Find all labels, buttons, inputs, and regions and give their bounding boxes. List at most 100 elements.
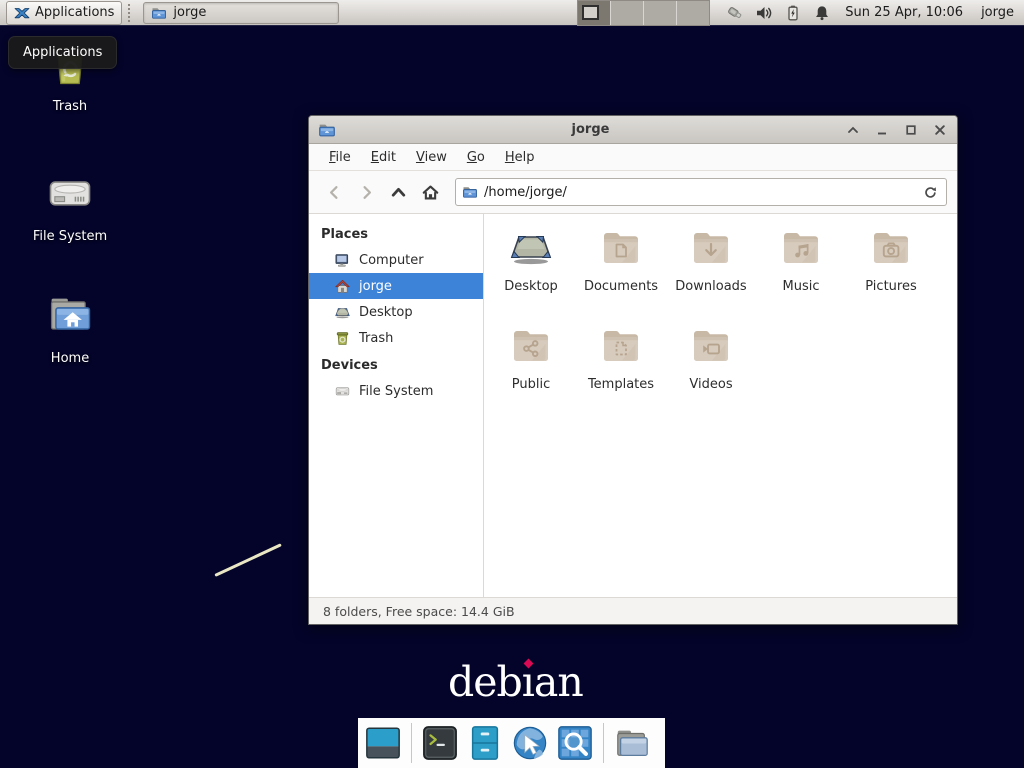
reload-button[interactable] bbox=[920, 182, 940, 202]
sidebar-item-desktop[interactable]: Desktop bbox=[309, 299, 483, 325]
file-item-pictures[interactable]: Pictures bbox=[846, 224, 936, 318]
dock bbox=[358, 718, 665, 768]
tray-removable-media[interactable] bbox=[726, 4, 744, 22]
folder-templates-icon bbox=[597, 322, 645, 370]
workspace-window-preview bbox=[582, 5, 599, 20]
tray-volume[interactable] bbox=[755, 4, 773, 22]
dock-separator bbox=[411, 723, 412, 763]
dock-folder-button[interactable] bbox=[613, 724, 651, 762]
workspace-4[interactable] bbox=[677, 1, 709, 25]
applications-tooltip: Applications bbox=[8, 36, 117, 69]
folder-open-icon bbox=[151, 5, 167, 21]
menu-go[interactable]: Go bbox=[457, 146, 495, 169]
back-button[interactable] bbox=[319, 178, 349, 206]
path-folder-icon bbox=[462, 184, 478, 200]
applications-button-label: Applications bbox=[35, 5, 114, 20]
sidebar-item-file-system[interactable]: File System bbox=[309, 378, 483, 404]
folder-download-icon bbox=[687, 224, 735, 272]
battery-icon bbox=[784, 4, 802, 22]
shade-icon bbox=[846, 123, 860, 137]
desktop-icon-home[interactable]: Home bbox=[18, 290, 122, 366]
sidebar: PlacesComputerjorgeDesktopTrashDevicesFi… bbox=[309, 214, 484, 597]
window-titlebar[interactable]: jorge bbox=[309, 116, 957, 144]
system-tray bbox=[726, 4, 831, 22]
workspace-2[interactable] bbox=[611, 1, 644, 25]
clock[interactable]: Sun 25 Apr, 10:06 bbox=[845, 5, 963, 20]
sidebar-item-computer[interactable]: Computer bbox=[309, 247, 483, 273]
file-item-downloads[interactable]: Downloads bbox=[666, 224, 756, 318]
dock-terminal-button[interactable] bbox=[421, 724, 459, 762]
file-item-label: Videos bbox=[689, 377, 732, 392]
window-folder-icon bbox=[318, 121, 336, 139]
sidebar-item-trash[interactable]: Trash bbox=[309, 325, 483, 351]
workspace-3[interactable] bbox=[644, 1, 677, 25]
computer-icon bbox=[334, 252, 351, 269]
workspace-1[interactable] bbox=[578, 1, 611, 25]
taskbar-window-button[interactable]: jorge bbox=[143, 2, 339, 24]
file-icon-view[interactable]: Desktop Documents Downloads Music Pictures Pu… bbox=[484, 214, 957, 597]
menu-file[interactable]: File bbox=[319, 146, 361, 169]
tray-battery[interactable] bbox=[784, 4, 802, 22]
file-item-desktop[interactable]: Desktop bbox=[486, 224, 576, 318]
shade-button[interactable] bbox=[845, 122, 861, 138]
path-bar bbox=[455, 178, 947, 206]
close-button[interactable] bbox=[932, 122, 948, 138]
panel-handle[interactable] bbox=[128, 4, 137, 22]
file-item-music[interactable]: Music bbox=[756, 224, 846, 318]
top-panel: Applications jorge Sun 25 Apr, 10:06 jor… bbox=[0, 0, 1024, 26]
menu-view[interactable]: View bbox=[406, 146, 457, 169]
file-item-label: Templates bbox=[588, 377, 654, 392]
folder-music-icon bbox=[777, 224, 825, 272]
forward-icon bbox=[358, 184, 375, 201]
folder-doc-icon bbox=[597, 224, 645, 272]
taskbar-window-label: jorge bbox=[173, 5, 206, 20]
web-browser-icon bbox=[511, 724, 549, 762]
applications-button[interactable]: Applications bbox=[6, 1, 122, 25]
debian-logo: debıan bbox=[448, 658, 583, 706]
home-button[interactable] bbox=[415, 178, 445, 206]
file-item-label: Documents bbox=[584, 279, 658, 294]
status-text: 8 folders, Free space: 14.4 GiB bbox=[323, 604, 515, 619]
debian-red-dot bbox=[523, 659, 533, 669]
dock-file-manager-button[interactable] bbox=[466, 724, 504, 762]
folder-pictures-icon bbox=[867, 224, 915, 272]
desktop-icon-file-system[interactable]: File System bbox=[18, 168, 122, 244]
sidebar-item-label: Desktop bbox=[359, 305, 413, 320]
desktop-icon-label: Trash bbox=[53, 99, 87, 114]
file-manager-icon bbox=[466, 724, 504, 762]
tray-notifications[interactable] bbox=[813, 4, 831, 22]
home-folder-icon bbox=[44, 290, 96, 342]
file-item-public[interactable]: Public bbox=[486, 322, 576, 416]
menu-edit[interactable]: Edit bbox=[361, 146, 406, 169]
forward-button[interactable] bbox=[351, 178, 381, 206]
sidebar-item-jorge[interactable]: jorge bbox=[309, 273, 483, 299]
removable-media-icon bbox=[726, 4, 744, 22]
file-item-videos[interactable]: Videos bbox=[666, 322, 756, 416]
minimize-icon bbox=[875, 123, 889, 137]
dock-show-desktop-button[interactable] bbox=[364, 724, 402, 762]
desktop-icon-label: File System bbox=[33, 229, 107, 244]
file-item-templates[interactable]: Templates bbox=[576, 322, 666, 416]
toolbar bbox=[309, 171, 957, 214]
close-icon bbox=[933, 123, 947, 137]
file-item-documents[interactable]: Documents bbox=[576, 224, 666, 318]
file-manager-window: jorge FileEditViewGoHelp bbox=[308, 115, 958, 625]
dock-web-browser-button[interactable] bbox=[511, 724, 549, 762]
status-bar: 8 folders, Free space: 14.4 GiB bbox=[309, 597, 957, 624]
maximize-button[interactable] bbox=[903, 122, 919, 138]
folder-videos-icon bbox=[687, 322, 735, 370]
stray-line-artifact bbox=[214, 543, 281, 577]
username-display: jorge bbox=[981, 5, 1014, 20]
dock-app-finder-button[interactable] bbox=[556, 724, 594, 762]
workspace-switcher[interactable] bbox=[577, 0, 710, 26]
minimize-button[interactable] bbox=[874, 122, 890, 138]
path-input[interactable] bbox=[484, 185, 914, 200]
menu-help[interactable]: Help bbox=[495, 146, 545, 169]
desktop-icon bbox=[334, 304, 351, 321]
terminal-icon bbox=[421, 724, 459, 762]
sidebar-item-label: jorge bbox=[359, 279, 392, 294]
xfce-logo-icon bbox=[14, 5, 30, 21]
window-body: PlacesComputerjorgeDesktopTrashDevicesFi… bbox=[309, 214, 957, 597]
up-button[interactable] bbox=[383, 178, 413, 206]
file-item-label: Music bbox=[783, 279, 820, 294]
